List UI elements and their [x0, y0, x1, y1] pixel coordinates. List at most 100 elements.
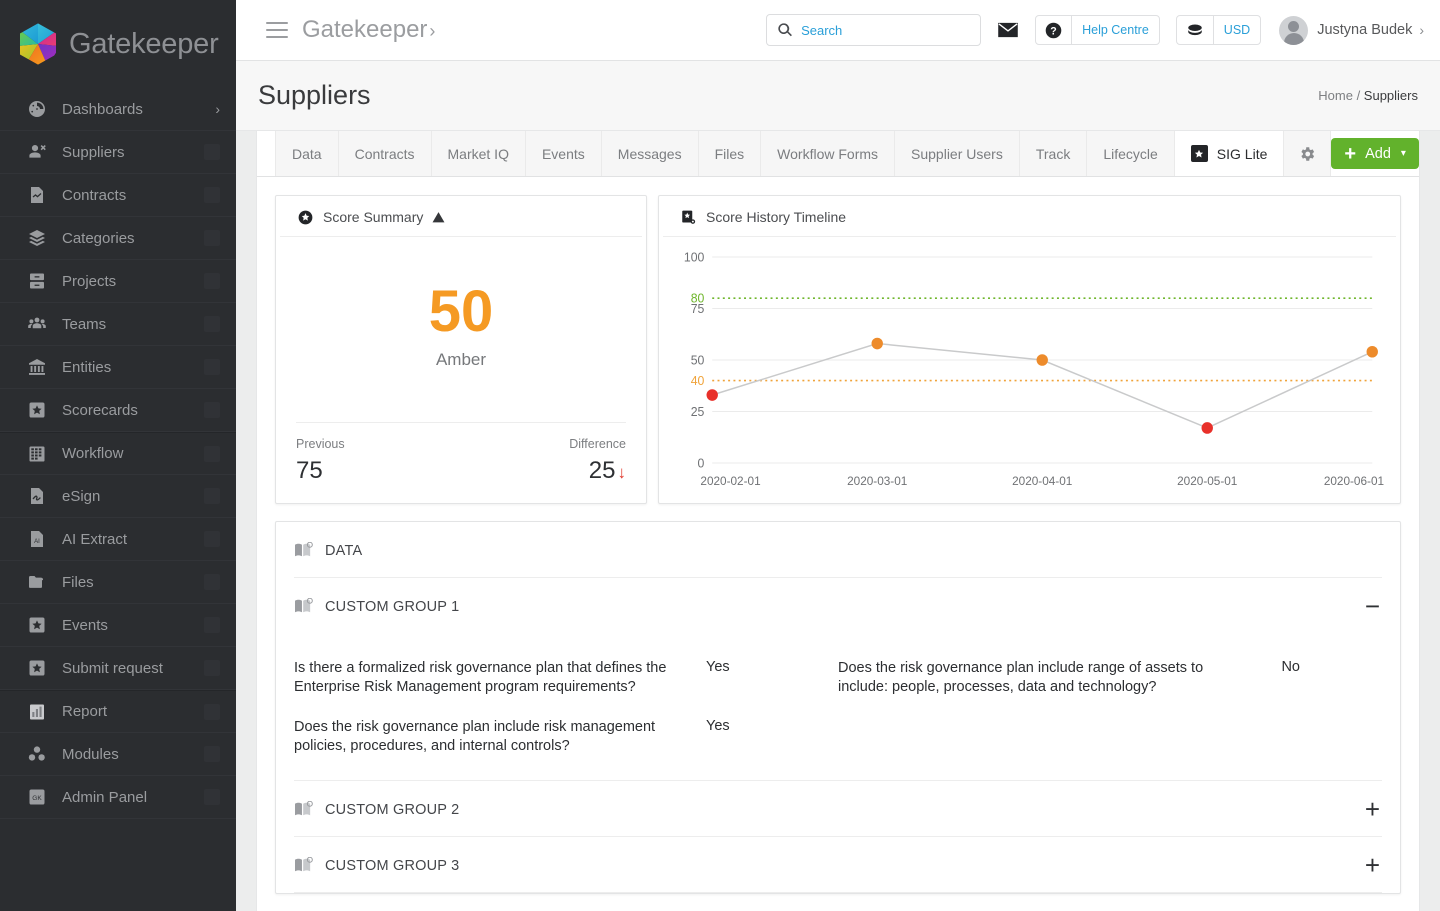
- sidebar-item-badge: [204, 144, 220, 160]
- timeline-badge-icon: [681, 210, 696, 225]
- sidebar-item-files[interactable]: Files: [0, 561, 236, 604]
- chevron-down-icon: ▾: [1401, 148, 1406, 159]
- sidebar-item-ai-extract[interactable]: AIAI Extract: [0, 518, 236, 561]
- search-input[interactable]: [801, 23, 970, 38]
- sidebar-item-label: Teams: [62, 316, 204, 333]
- tab-market-iq[interactable]: Market IQ: [432, 131, 526, 176]
- sidebar-item-esign[interactable]: eSign: [0, 475, 236, 518]
- threshold-label: 40: [691, 374, 705, 388]
- score-summary-widget: Score Summary 50 Amber Previous 75: [275, 195, 647, 504]
- help-centre-label: Help Centre: [1072, 23, 1159, 37]
- sidebar-item-label: Report: [62, 703, 204, 720]
- tab-track[interactable]: Track: [1020, 131, 1087, 176]
- page-scroll-area: DataContracts Market IQ EventsMessagesFile…: [236, 131, 1440, 911]
- currency-label: USD: [1214, 23, 1260, 37]
- tab-supplier-users[interactable]: Supplier Users: [895, 131, 1020, 176]
- custom-group-header[interactable]: CUSTOM GROUP 2 +: [294, 781, 1382, 837]
- custom-group-header[interactable]: CUSTOM GROUP 3+: [294, 837, 1382, 893]
- sidebar-item-dashboards[interactable]: Dashboards›: [0, 88, 236, 131]
- currency-selector[interactable]: USD: [1176, 15, 1261, 45]
- sidebar-item-events[interactable]: Events: [0, 604, 236, 647]
- tab-workflow-forms[interactable]: Workflow Forms: [761, 131, 895, 176]
- sidebar-item-modules[interactable]: Modules: [0, 733, 236, 776]
- custom-group-title: CUSTOM GROUP 2: [325, 802, 459, 818]
- sidebar-item-label: Dashboards: [62, 101, 215, 118]
- data-point[interactable]: [707, 389, 718, 401]
- main-area: Gatekeeper› ? Help Centre USD: [236, 0, 1440, 911]
- content-panel: DataContracts Market IQ EventsMessagesFile…: [256, 131, 1420, 911]
- tab-data[interactable]: Data: [275, 131, 339, 176]
- score-summary-title: Score Summary: [323, 209, 423, 225]
- tab-label: Workflow Forms: [777, 146, 878, 162]
- sidebar-item-entities[interactable]: Entities: [0, 346, 236, 389]
- tab-sig-lite[interactable]: SIG Lite: [1175, 131, 1285, 176]
- tab-label: Track: [1036, 146, 1070, 162]
- expand-icon[interactable]: +: [1365, 802, 1382, 818]
- breadcrumb-home[interactable]: Home: [1318, 88, 1353, 103]
- sidebar-item-label: Files: [62, 574, 204, 591]
- sidebar-item-projects[interactable]: Projects: [0, 260, 236, 303]
- sidebar-item-badge: [204, 316, 220, 332]
- x-axis-tick: 2020-06-01: [1324, 474, 1385, 488]
- sidebar-item-badge: [204, 574, 220, 590]
- tab-contracts[interactable]: Contracts: [339, 131, 432, 176]
- sidebar-item-workflow[interactable]: Workflow: [0, 432, 236, 475]
- question-mark-icon: ?: [1036, 16, 1072, 44]
- score-summary-footer: Previous 75 Difference 25↓: [296, 422, 626, 503]
- menu-toggle-icon[interactable]: [266, 22, 288, 38]
- bar-chart-icon: [26, 701, 48, 723]
- sidebar-item-badge: [204, 617, 220, 633]
- sidebar-item-label: Entities: [62, 359, 204, 376]
- data-card: DATA CUSTOM GROUP 1−Is there a formalize…: [275, 521, 1401, 894]
- sidebar-item-categories[interactable]: Categories: [0, 217, 236, 260]
- previous-score-label: Previous: [296, 437, 345, 451]
- app-breadcrumb[interactable]: Gatekeeper›: [302, 16, 435, 44]
- collapse-icon[interactable]: −: [1365, 599, 1382, 615]
- tab-files[interactable]: Files: [699, 131, 762, 176]
- data-point[interactable]: [1367, 346, 1378, 358]
- chevron-right-icon: ›: [1419, 22, 1424, 38]
- sidebar: Gatekeeper Dashboards›SuppliersContracts…: [0, 0, 236, 911]
- tab-events[interactable]: Events: [526, 131, 602, 176]
- sidebar-item-suppliers[interactable]: Suppliers: [0, 131, 236, 174]
- search-box[interactable]: [766, 14, 981, 46]
- difference-label: Difference: [569, 437, 626, 451]
- sidebar-item-teams[interactable]: Teams: [0, 303, 236, 346]
- messages-icon[interactable]: [997, 22, 1019, 38]
- book-add-icon: [294, 598, 313, 615]
- chevron-right-icon: ›: [429, 21, 435, 41]
- sidebar-item-badge: [204, 789, 220, 805]
- star-box-icon: [26, 399, 48, 421]
- x-axis-tick: 2020-04-01: [1012, 474, 1073, 488]
- custom-group-body: Is there a formalized risk governance pl…: [294, 633, 1382, 781]
- sidebar-item-submit-request[interactable]: Submit request: [0, 647, 236, 690]
- gear-icon[interactable]: [1284, 131, 1331, 176]
- data-section: DATA CUSTOM GROUP 1−Is there a formalize…: [257, 521, 1419, 911]
- sidebar-item-badge: [204, 531, 220, 547]
- data-section-header: DATA: [294, 522, 1382, 578]
- question-answer-row: Does the risk governance plan include ri…: [294, 708, 838, 767]
- help-centre-button[interactable]: ? Help Centre: [1035, 15, 1160, 45]
- tab-messages[interactable]: Messages: [602, 131, 699, 176]
- custom-group-header[interactable]: CUSTOM GROUP 1−: [294, 578, 1382, 633]
- sidebar-item-contracts[interactable]: Contracts: [0, 174, 236, 217]
- sidebar-brand[interactable]: Gatekeeper: [0, 0, 236, 88]
- score-history-header: Score History Timeline: [663, 196, 1396, 237]
- answer-value: No: [1250, 659, 1340, 675]
- x-axis-tick: 2020-02-01: [700, 474, 761, 488]
- user-menu[interactable]: Justyna Budek ›: [1279, 16, 1424, 45]
- top-header: Gatekeeper› ? Help Centre USD: [236, 0, 1440, 61]
- data-point[interactable]: [1037, 354, 1048, 366]
- tab-label: Market IQ: [448, 146, 509, 162]
- expand-icon[interactable]: +: [1365, 858, 1382, 874]
- sidebar-item-report[interactable]: Report: [0, 690, 236, 733]
- tab-lifecycle[interactable]: Lifecycle: [1087, 131, 1174, 176]
- x-axis-tick: 2020-05-01: [1177, 474, 1238, 488]
- sidebar-item-badge: [204, 704, 220, 720]
- data-point[interactable]: [872, 338, 883, 350]
- sidebar-item-scorecards[interactable]: Scorecards: [0, 389, 236, 432]
- sidebar-item-admin-panel[interactable]: GKAdmin Panel: [0, 776, 236, 819]
- add-button[interactable]: +Add▾: [1331, 138, 1419, 169]
- data-point[interactable]: [1202, 422, 1213, 434]
- score-badge-icon: [298, 210, 313, 225]
